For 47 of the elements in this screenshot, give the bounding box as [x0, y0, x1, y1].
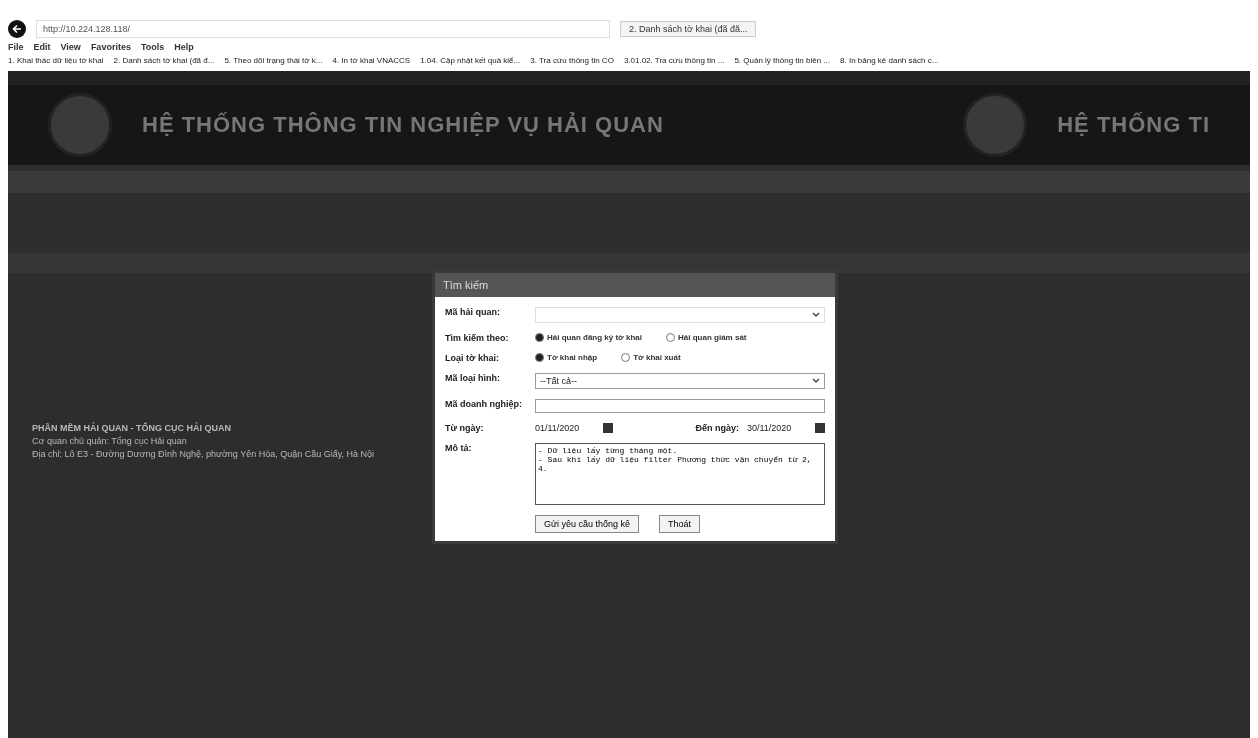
calendar-icon[interactable]: [815, 423, 825, 433]
menu-item[interactable]: View: [60, 42, 81, 52]
calendar-icon[interactable]: [603, 423, 613, 433]
date-field[interactable]: 30/11/2020: [747, 423, 807, 433]
chevron-down-icon: [812, 378, 820, 384]
field-label: Tìm kiếm theo:: [445, 333, 510, 343]
back-icon[interactable]: [8, 20, 26, 38]
footer-text: PHẦN MỀM HẢI QUAN - TỔNG CỤC HẢI QUAN: [32, 423, 231, 433]
dialog-button[interactable]: Thoát: [659, 515, 701, 533]
field-label: Mã hải quan:: [445, 307, 501, 317]
favorite-link[interactable]: 8. In bảng kê danh sách c...: [840, 56, 939, 65]
menu-item[interactable]: Edit: [33, 42, 51, 52]
favorite-link[interactable]: 2. Danh sách tờ khai (đã đ...: [113, 56, 215, 65]
dialog-button[interactable]: Gửi yêu cầu thống kê: [535, 515, 640, 533]
radio-option[interactable]: Tờ khai nhập: [535, 353, 598, 362]
radio-option[interactable]: Tờ khai xuất: [621, 353, 681, 362]
field-label: Mô tả:: [445, 443, 473, 453]
site-title: HỆ THỐNG THÔNG TIN NGHIỆP VỤ HẢI QUAN: [142, 112, 664, 138]
field-label: Mã loại hình:: [445, 373, 501, 383]
favorite-link[interactable]: 1.04. Cập nhật kết quả kiể...: [420, 56, 521, 65]
radio-option[interactable]: Hải quan đăng ký tờ khai: [535, 333, 643, 342]
date-field[interactable]: 01/11/2020: [535, 423, 595, 433]
menu-item[interactable]: Favorites: [90, 42, 131, 52]
text-area[interactable]: - Dữ liệu lấy từng tháng một. - Sau khi lấy dữ liệu filter Phương thức vận chuyển từ 2, 4.: [535, 443, 825, 505]
favorite-link[interactable]: 3. Tra cứu thông tin CO: [530, 56, 614, 65]
footer-text: Địa chỉ: Lô E3 - Đường Dương Đình Nghệ, phường Yên Hòa, Quận Cầu Giấy, Hà Nội: [32, 449, 375, 459]
radio-option[interactable]: Hải quan giám sát: [666, 333, 747, 342]
input-field[interactable]: [535, 399, 825, 413]
menu-item[interactable]: File: [8, 42, 24, 52]
browser-tab[interactable]: 2. Danh sách tờ khai (đã đă...: [620, 21, 757, 37]
field-label: Mã doanh nghiệp:: [445, 399, 523, 409]
menu-item[interactable]: Tools: [140, 42, 165, 52]
field-label: Loại tờ khai:: [445, 353, 500, 363]
favorite-link[interactable]: 5. Quản lý thông tin biên ...: [734, 56, 831, 65]
field-label: Từ ngày:: [445, 423, 485, 433]
menu-item[interactable]: Help: [174, 42, 194, 52]
site-title: HỆ THỐNG TI: [1057, 112, 1210, 138]
dropdown-field[interactable]: --Tất cả--: [535, 373, 825, 389]
favorite-link[interactable]: 1. Khai thác dữ liệu tờ khai: [8, 56, 104, 65]
favorite-link[interactable]: 5. Theo dõi trạng thái tờ k...: [224, 56, 323, 65]
address-bar[interactable]: http://10.224.128.118/: [36, 20, 610, 38]
dialog-title: Tìm kiếm: [435, 273, 835, 297]
field-label: Đến ngày:: [695, 423, 739, 433]
footer-text: Cơ quan chủ quản: Tổng cục Hải quan: [32, 436, 187, 446]
favorite-link[interactable]: 3.01.02. Tra cứu thông tin ...: [623, 56, 725, 65]
favorite-link[interactable]: 4. In tờ khai VNACCS: [332, 56, 411, 65]
chevron-down-icon: [812, 312, 820, 318]
